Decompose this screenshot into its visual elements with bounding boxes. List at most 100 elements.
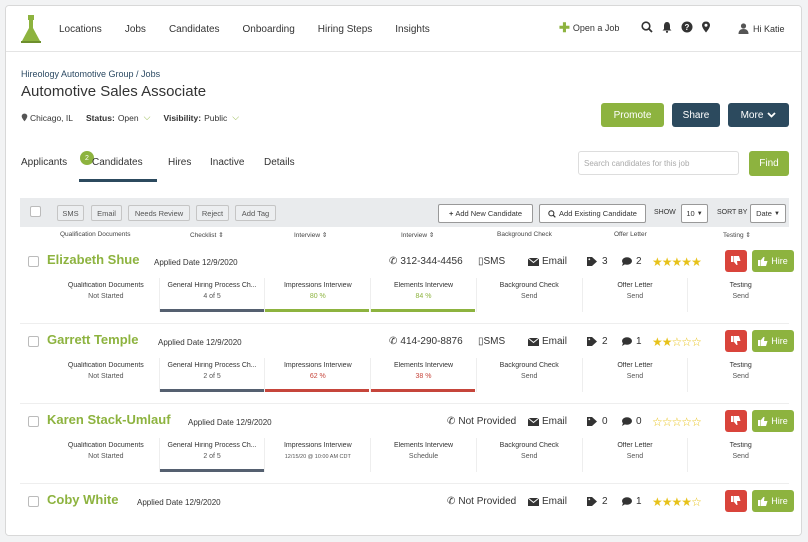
stage-cell[interactable]: Elements Interview 84 % [370, 278, 476, 312]
hire-button[interactable]: Hire [752, 330, 794, 352]
candidate-phone[interactable]: ✆ Not Provided [447, 416, 516, 427]
stage-cell[interactable]: General Hiring Process Ch... 2 of 5 [158, 438, 265, 472]
tags-count[interactable]: 3 [587, 256, 608, 267]
bell-icon[interactable] [661, 21, 673, 33]
sms-link[interactable]: ▯SMS [478, 256, 505, 267]
hire-button[interactable]: Hire [752, 250, 794, 272]
candidate-phone[interactable]: ✆ 312-344-4456 [389, 256, 463, 267]
open-job-link[interactable]: ✚ Open a Job [559, 21, 619, 34]
stage-cell[interactable]: General Hiring Process Ch... 4 of 5 [158, 278, 265, 312]
star-empty-icon[interactable]: ☆ [672, 335, 683, 349]
stage-cell[interactable]: Impressions Interview 62 % [264, 358, 370, 392]
show-count-select[interactable]: 10 ▼ [681, 204, 708, 223]
stage-cell[interactable]: Qualification Documents Not Started [53, 438, 159, 472]
promote-button[interactable]: Promote [601, 103, 664, 127]
candidate-name[interactable]: Coby White [47, 492, 119, 507]
tab-details[interactable]: Details [264, 157, 295, 168]
stage-cell[interactable]: Qualification Documents Not Started [53, 358, 159, 392]
find-button[interactable]: Find [749, 151, 789, 176]
column-header-interview-1[interactable]: Interview ⇕ [294, 231, 327, 239]
stage-cell[interactable]: Testing Send [687, 358, 793, 392]
nav-item-insights[interactable]: Insights [395, 24, 429, 35]
reject-candidate-button[interactable] [725, 330, 747, 352]
column-header-testing[interactable]: Testing ⇕ [723, 231, 751, 239]
help-icon[interactable]: ? [681, 21, 693, 33]
column-header-checklist[interactable]: Checklist ⇕ [190, 231, 224, 239]
reject-candidate-button[interactable] [725, 410, 747, 432]
candidate-name[interactable]: Garrett Temple [47, 332, 139, 347]
nav-item-locations[interactable]: Locations [59, 24, 102, 35]
stage-cell[interactable]: Offer Letter Send [581, 358, 688, 392]
tab-applicants[interactable]: Applicants 2 [21, 151, 94, 168]
comments-count[interactable]: 0 [622, 416, 642, 427]
stage-cell[interactable]: Offer Letter Send [581, 438, 688, 472]
star-rating[interactable]: ★★★★★ [652, 255, 702, 269]
star-empty-icon[interactable]: ☆ [662, 415, 673, 429]
nav-item-onboarding[interactable]: Onboarding [243, 24, 295, 35]
star-empty-icon[interactable]: ☆ [681, 335, 692, 349]
breadcrumb[interactable]: Hireology Automotive Group / Jobs [21, 69, 160, 79]
nav-item-candidates[interactable]: Candidates [169, 24, 220, 35]
candidate-phone[interactable]: ✆ 414-290-8876 [389, 336, 463, 347]
tab-hires[interactable]: Hires [168, 157, 191, 168]
nav-item-hiring-steps[interactable]: Hiring Steps [318, 24, 372, 35]
candidate-checkbox[interactable] [28, 416, 39, 427]
stage-cell[interactable]: Impressions Interview 80 % [264, 278, 370, 312]
add-tag-button[interactable]: Add Tag [235, 205, 276, 221]
email-link[interactable]: Email [528, 416, 567, 427]
hire-button[interactable]: Hire [752, 410, 794, 432]
candidate-checkbox[interactable] [28, 336, 39, 347]
share-button[interactable]: Share [672, 103, 720, 127]
select-all-checkbox[interactable] [30, 206, 41, 217]
tags-count[interactable]: 2 [587, 496, 608, 507]
email-link[interactable]: Email [528, 336, 567, 347]
star-filled-icon[interactable]: ★ [681, 495, 692, 509]
candidate-checkbox[interactable] [28, 496, 39, 507]
star-rating[interactable]: ★★★★☆ [652, 495, 702, 509]
comments-count[interactable]: 2 [622, 256, 642, 267]
candidate-name[interactable]: Elizabeth Shue [47, 252, 139, 267]
reject-candidate-button[interactable] [725, 250, 747, 272]
star-filled-icon[interactable]: ★ [652, 495, 663, 509]
stage-cell[interactable]: Testing Send [687, 278, 793, 312]
star-filled-icon[interactable]: ★ [691, 255, 702, 269]
tab-candidates[interactable]: Candidates [92, 157, 143, 168]
stage-cell[interactable]: General Hiring Process Ch... 2 of 5 [158, 358, 265, 392]
column-header-qualification[interactable]: Qualification Documents [60, 231, 130, 238]
candidate-phone[interactable]: ✆ Not Provided [447, 496, 516, 507]
status-dropdown[interactable]: Status: Open ⌵ [86, 112, 153, 123]
candidate-search-input[interactable]: Search candidates for this job [578, 151, 739, 175]
stage-cell[interactable]: Qualification Documents Not Started [53, 278, 159, 312]
candidate-name[interactable]: Karen Stack-Umlauf [47, 412, 171, 427]
sms-link[interactable]: ▯SMS [478, 336, 505, 347]
star-empty-icon[interactable]: ☆ [672, 415, 683, 429]
tags-count[interactable]: 0 [587, 416, 608, 427]
tags-count[interactable]: 2 [587, 336, 608, 347]
candidate-checkbox[interactable] [28, 256, 39, 267]
sms-button[interactable]: SMS [57, 205, 84, 221]
email-link[interactable]: Email [528, 496, 567, 507]
star-filled-icon[interactable]: ★ [662, 335, 673, 349]
stage-cell[interactable]: Impressions Interview 12/15/20 @ 10:00 AM… [264, 438, 370, 472]
stage-cell[interactable]: Background Check Send [475, 278, 582, 312]
visibility-dropdown[interactable]: Visibility: Public ⌵ [163, 112, 242, 123]
star-rating[interactable]: ☆☆☆☆☆ [652, 415, 702, 429]
location-pin-icon[interactable] [701, 21, 711, 33]
search-icon[interactable] [641, 21, 653, 33]
tab-inactive[interactable]: Inactive [210, 157, 244, 168]
email-link[interactable]: Email [528, 256, 567, 267]
star-filled-icon[interactable]: ★ [652, 335, 663, 349]
add-existing-candidate-button[interactable]: Add Existing Candidate [539, 204, 646, 223]
star-filled-icon[interactable]: ★ [662, 495, 673, 509]
column-header-background[interactable]: Background Check [497, 231, 552, 238]
star-empty-icon[interactable]: ☆ [691, 335, 702, 349]
stage-cell[interactable]: Offer Letter Send [581, 278, 688, 312]
add-new-candidate-button[interactable]: + Add New Candidate [438, 204, 533, 223]
nav-item-jobs[interactable]: Jobs [125, 24, 146, 35]
user-menu[interactable]: Hi Katie [738, 23, 785, 34]
star-filled-icon[interactable]: ★ [672, 495, 683, 509]
star-filled-icon[interactable]: ★ [662, 255, 673, 269]
stage-cell[interactable]: Testing Send [687, 438, 793, 472]
stage-cell[interactable]: Background Check Send [475, 438, 582, 472]
stage-cell[interactable]: Elements Interview Schedule [370, 438, 476, 472]
